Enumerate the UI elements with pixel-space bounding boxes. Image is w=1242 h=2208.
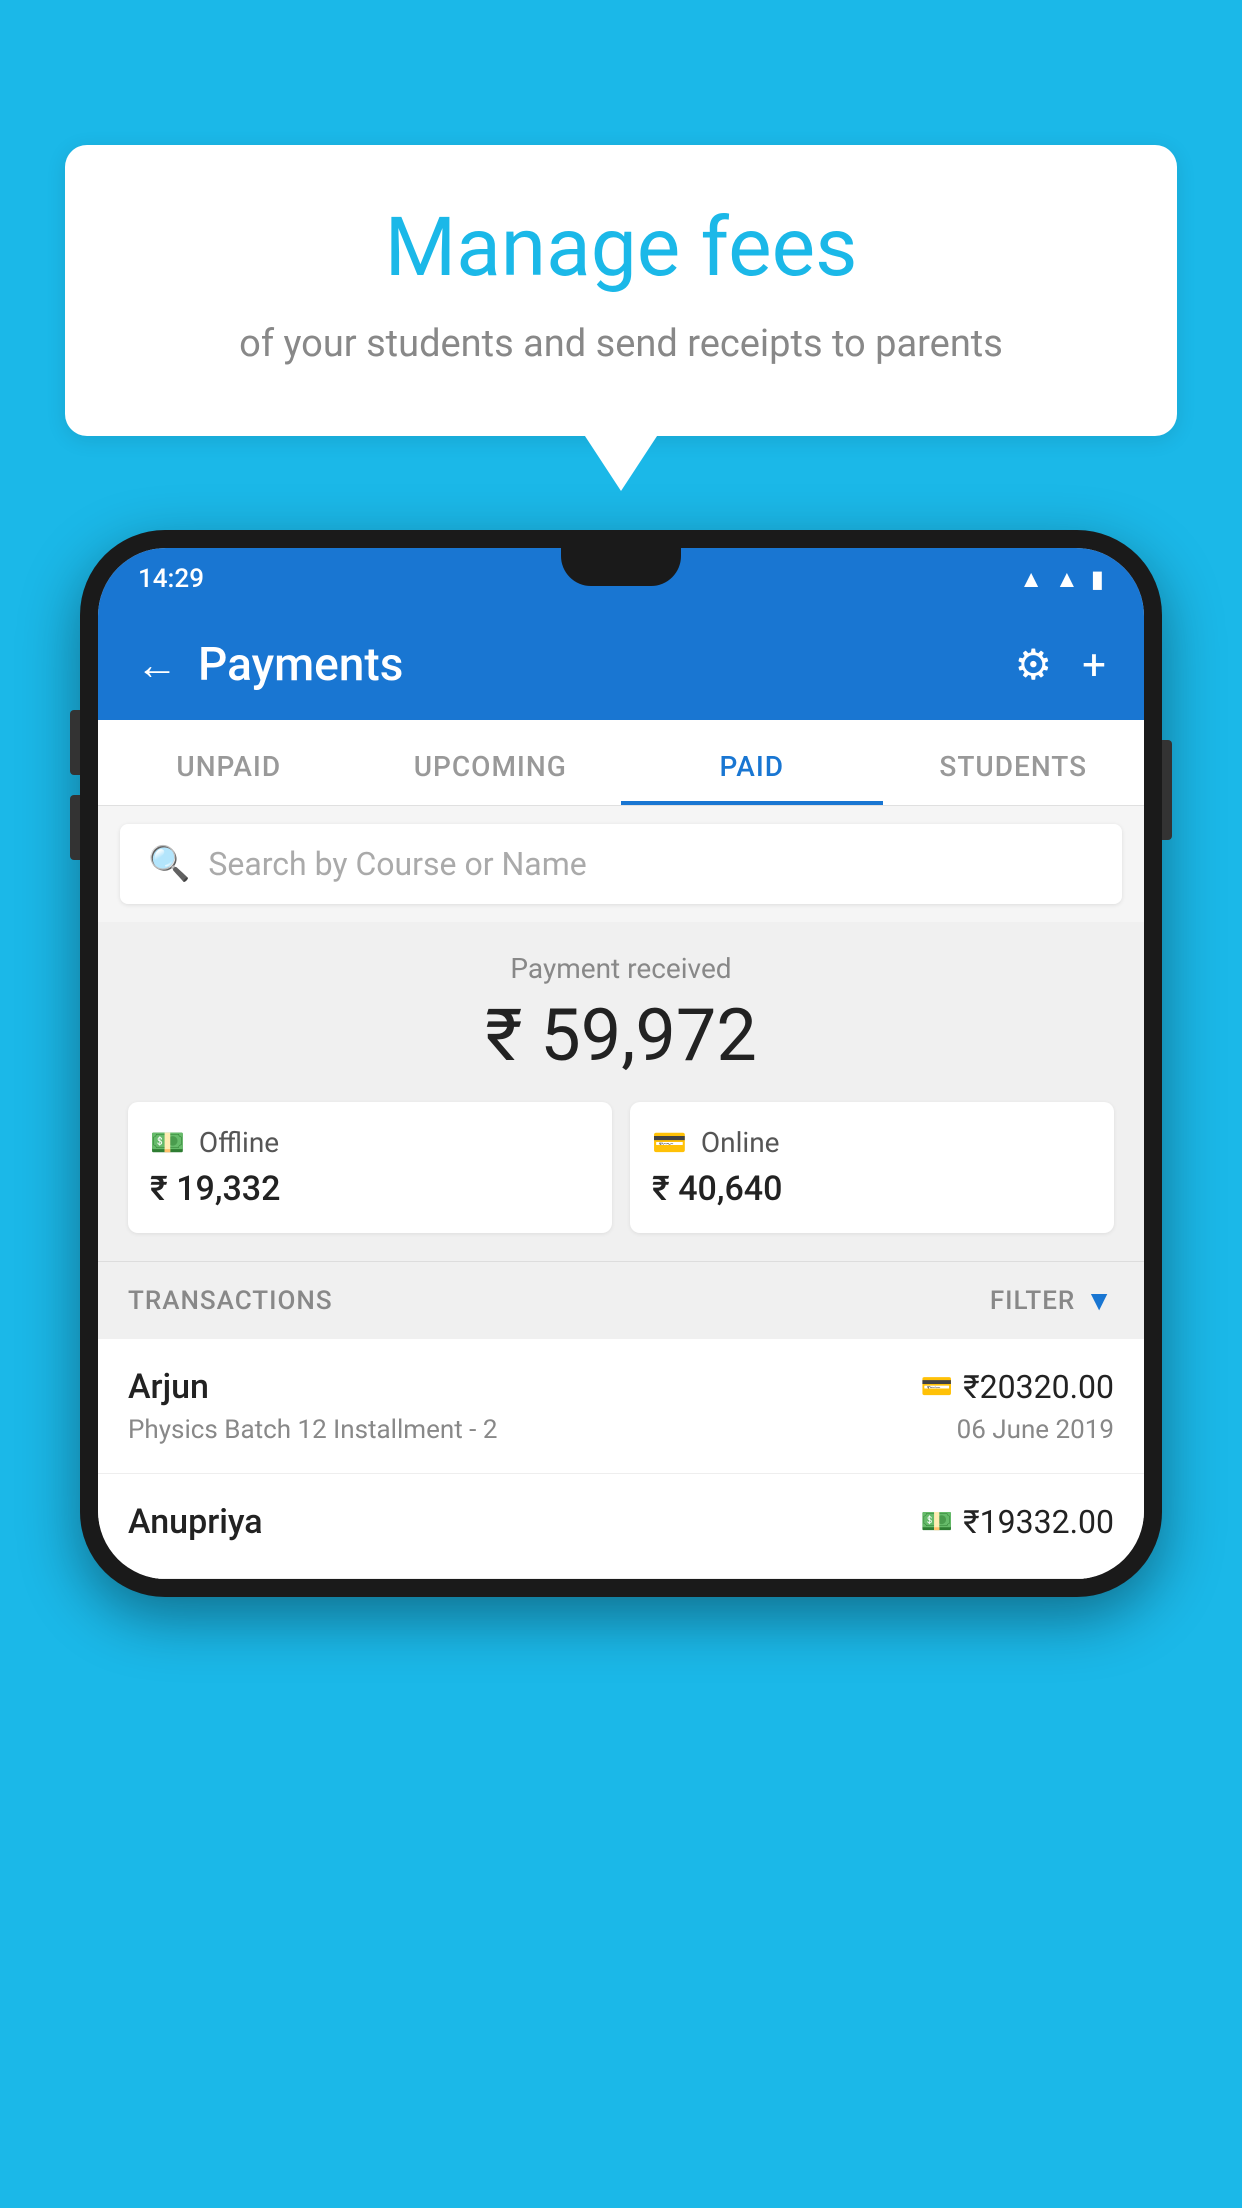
online-card-header: 💳 Online	[652, 1126, 1092, 1159]
payment-summary: Payment received ₹ 59,972 💵 Offline ₹ 19…	[98, 922, 1144, 1261]
transactions-header: TRANSACTIONS FILTER ▼	[98, 1261, 1144, 1339]
filter-button[interactable]: FILTER ▼	[990, 1284, 1114, 1317]
payment-received-label: Payment received	[128, 952, 1114, 985]
transaction-name-2: Anupriya	[128, 1502, 263, 1542]
volume-down-button[interactable]	[70, 795, 80, 860]
phone-notch	[561, 548, 681, 586]
app-bar-right: ⚙ +	[1015, 640, 1107, 690]
volume-up-button[interactable]	[70, 710, 80, 775]
table-row[interactable]: Arjun 💳 ₹20320.00 Physics Batch 12 Insta…	[98, 1339, 1144, 1474]
transaction-amount-wrap-1: 💳 ₹20320.00	[921, 1368, 1114, 1406]
transaction-course-1: Physics Batch 12 Installment - 2	[128, 1415, 497, 1445]
transaction-date-1: 06 June 2019	[957, 1415, 1114, 1445]
offline-amount: ₹ 19,332	[150, 1169, 590, 1209]
app-bar-title: Payments	[198, 638, 403, 692]
tabs-container: UNPAID UPCOMING PAID STUDENTS	[98, 720, 1144, 806]
transaction-amount-2: ₹19332.00	[963, 1503, 1114, 1541]
transaction-top-2: Anupriya 💵 ₹19332.00	[128, 1502, 1114, 1542]
search-placeholder: Search by Course or Name	[208, 845, 586, 883]
battery-icon: ▮	[1091, 565, 1104, 593]
speech-bubble-container: Manage fees of your students and send re…	[65, 145, 1177, 436]
transactions-label: TRANSACTIONS	[128, 1286, 333, 1316]
search-icon: 🔍	[148, 844, 190, 884]
tab-students[interactable]: STUDENTS	[883, 720, 1145, 805]
power-button[interactable]	[1162, 740, 1172, 840]
offline-payment-card: 💵 Offline ₹ 19,332	[128, 1102, 612, 1233]
offline-label: Offline	[199, 1126, 279, 1159]
online-icon: 💳	[652, 1126, 687, 1159]
offline-card-header: 💵 Offline	[150, 1126, 590, 1159]
app-bar-left: ← Payments	[136, 638, 403, 692]
offline-payment-icon-2: 💵	[921, 1507, 953, 1537]
speech-bubble: Manage fees of your students and send re…	[65, 145, 1177, 436]
search-container: 🔍 Search by Course or Name	[98, 806, 1144, 922]
transaction-bottom-1: Physics Batch 12 Installment - 2 06 June…	[128, 1415, 1114, 1445]
payment-total-amount: ₹ 59,972	[128, 993, 1114, 1078]
wifi-icon: ▲	[1019, 565, 1043, 594]
app-bar: ← Payments ⚙ +	[98, 610, 1144, 720]
settings-icon[interactable]: ⚙	[1015, 640, 1053, 690]
payment-cards: 💵 Offline ₹ 19,332 💳 Online ₹ 40,640	[128, 1102, 1114, 1233]
signal-icon: ▲	[1055, 565, 1079, 594]
back-button[interactable]: ←	[136, 641, 178, 690]
online-payment-card: 💳 Online ₹ 40,640	[630, 1102, 1114, 1233]
online-label: Online	[701, 1126, 780, 1159]
transaction-amount-1: ₹20320.00	[963, 1368, 1114, 1406]
online-payment-icon-1: 💳	[921, 1372, 953, 1402]
tab-unpaid[interactable]: UNPAID	[98, 720, 360, 805]
status-icons: ▲ ▲ ▮	[1019, 565, 1104, 594]
transaction-amount-wrap-2: 💵 ₹19332.00	[921, 1503, 1114, 1541]
filter-icon: ▼	[1085, 1284, 1114, 1317]
table-row[interactable]: Anupriya 💵 ₹19332.00	[98, 1474, 1144, 1579]
bubble-subtitle: of your students and send receipts to pa…	[125, 318, 1117, 371]
filter-label: FILTER	[990, 1286, 1075, 1316]
offline-icon: 💵	[150, 1126, 185, 1159]
phone-frame: 14:29 ▲ ▲ ▮ ← Payments ⚙ +	[80, 530, 1162, 1597]
status-bar: 14:29 ▲ ▲ ▮	[98, 548, 1144, 610]
add-icon[interactable]: +	[1082, 641, 1106, 690]
tab-paid[interactable]: PAID	[621, 720, 883, 805]
status-time: 14:29	[138, 564, 204, 594]
transaction-name-1: Arjun	[128, 1367, 209, 1407]
search-bar[interactable]: 🔍 Search by Course or Name	[120, 824, 1122, 904]
online-amount: ₹ 40,640	[652, 1169, 1092, 1209]
phone-screen: 14:29 ▲ ▲ ▮ ← Payments ⚙ +	[98, 548, 1144, 1579]
tab-upcoming[interactable]: UPCOMING	[360, 720, 622, 805]
transaction-top-1: Arjun 💳 ₹20320.00	[128, 1367, 1114, 1407]
phone-frame-wrapper: 14:29 ▲ ▲ ▮ ← Payments ⚙ +	[80, 530, 1162, 1597]
bubble-title: Manage fees	[125, 200, 1117, 296]
